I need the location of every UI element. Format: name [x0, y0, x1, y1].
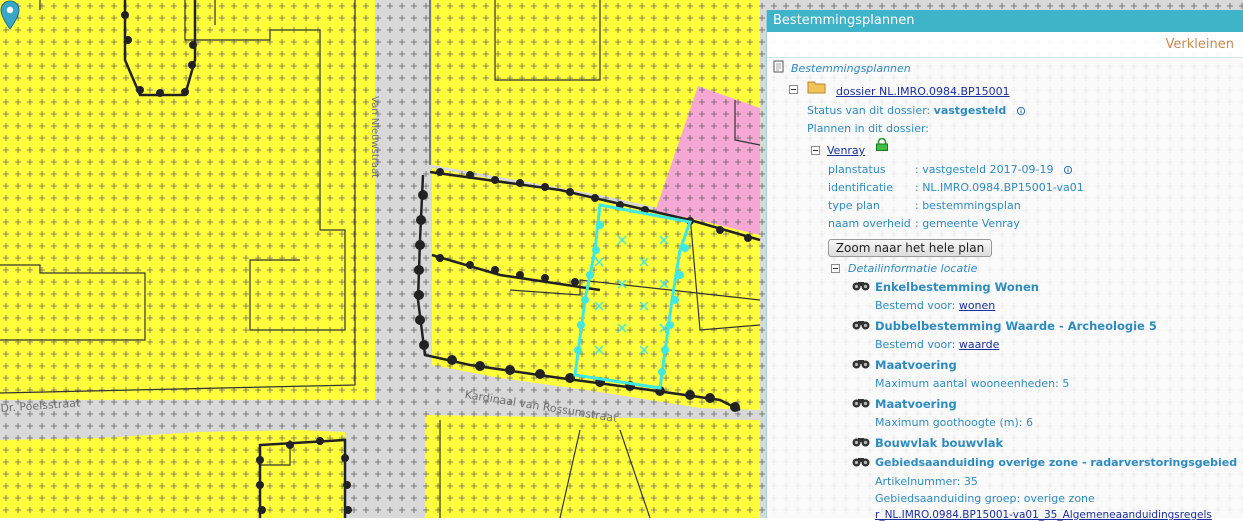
- lock-icon: [876, 138, 888, 151]
- wonen-link[interactable]: wonen: [959, 299, 995, 312]
- street-label-nieuwstraat: Van Nieuwstraat: [369, 96, 380, 179]
- collapse-button[interactable]: Verkleinen: [1166, 37, 1234, 52]
- bestemmingsplannen-panel: Bestemmingsplannen Verkleinen Bestemming…: [766, 10, 1243, 521]
- plan-link-venray[interactable]: Venray: [827, 144, 865, 157]
- binoculars-icon: [852, 282, 870, 291]
- plan-row-key: identificatie: [828, 181, 894, 194]
- binoculars-icon: [852, 360, 870, 369]
- item-line: Artikelnummer: 35: [875, 475, 978, 488]
- plan-row-value: : NL.IMRO.0984.BP15001-va01: [915, 181, 1084, 194]
- map-marker-icon[interactable]: [0, 0, 20, 30]
- waarde-link[interactable]: waarde: [959, 338, 1000, 351]
- status-value: vastgesteld: [933, 104, 1007, 117]
- dossier-link[interactable]: dossier NL.IMRO.0984.BP15001: [836, 85, 1010, 98]
- item-title-wonen: Enkelbestemming Wonen: [875, 280, 1039, 294]
- item-line: Bestemd voor: waarde: [875, 338, 999, 351]
- plan-row-key: naam overheid: [828, 217, 911, 230]
- item-title-bouwvlak: Bouwvlak bouwvlak: [875, 436, 1004, 450]
- collapse-dossier-toggle[interactable]: [789, 85, 798, 94]
- zoom-to-plan-button[interactable]: Zoom naar het hele plan: [828, 239, 992, 257]
- tree-root-label: Bestemmingsplannen: [791, 62, 911, 75]
- plan-row-value: : vastgesteld 2017-09-19: [915, 163, 1073, 176]
- plan-row-key: type plan: [828, 199, 880, 212]
- binoculars-icon: [852, 399, 870, 408]
- collapse-plan-toggle[interactable]: [811, 146, 820, 155]
- info-icon[interactable]: [1016, 107, 1025, 115]
- panel-toolbar: Verkleinen: [767, 32, 1243, 58]
- binoculars-icon: [852, 438, 870, 447]
- plans-label: Plannen in dit dossier:: [807, 122, 930, 135]
- bestemd-voor-label: Bestemd voor:: [875, 338, 959, 351]
- item-title-archeologie: Dubbelbestemming Waarde - Archeologie 5: [875, 319, 1157, 333]
- regels-link[interactable]: r_NL.IMRO.0984.BP15001-va01_35_Algemenea…: [875, 509, 1212, 521]
- binoculars-icon: [852, 458, 870, 467]
- document-icon: [773, 60, 784, 73]
- status-label: Status van dit dossier: vastgesteld: [807, 104, 1025, 117]
- panel-title: Bestemmingsplannen: [767, 10, 1243, 32]
- item-title-maatvoering: Maatvoering: [875, 397, 957, 411]
- item-line: Gebiedsaanduiding groep: overige zone: [875, 492, 1095, 505]
- item-title-maatvoering: Maatvoering: [875, 358, 957, 372]
- item-line: Maximum aantal wooneenheden: 5: [875, 377, 1070, 390]
- item-title-radar: Gebiedsaanduiding overige zone - radarve…: [875, 456, 1238, 469]
- plan-row-value: : gemeente Venray: [915, 217, 1020, 230]
- info-icon[interactable]: [1064, 166, 1073, 174]
- item-line: Bestemd voor: wonen: [875, 299, 995, 312]
- binoculars-icon: [852, 321, 870, 330]
- plan-row-value: : bestemmingsplan: [915, 199, 1021, 212]
- item-line: Maximum goothoogte (m): 6: [875, 416, 1033, 429]
- detail-header: Detailinformatie locatie: [848, 262, 978, 275]
- collapse-detail-toggle[interactable]: [831, 264, 840, 273]
- folder-icon: [807, 81, 826, 94]
- status-label-text: Status van dit dossier:: [807, 104, 931, 117]
- plan-row-key: planstatus: [828, 163, 886, 176]
- bestemd-voor-label: Bestemd voor:: [875, 299, 959, 312]
- planstatus-value: : vastgesteld 2017-09-19: [915, 163, 1054, 176]
